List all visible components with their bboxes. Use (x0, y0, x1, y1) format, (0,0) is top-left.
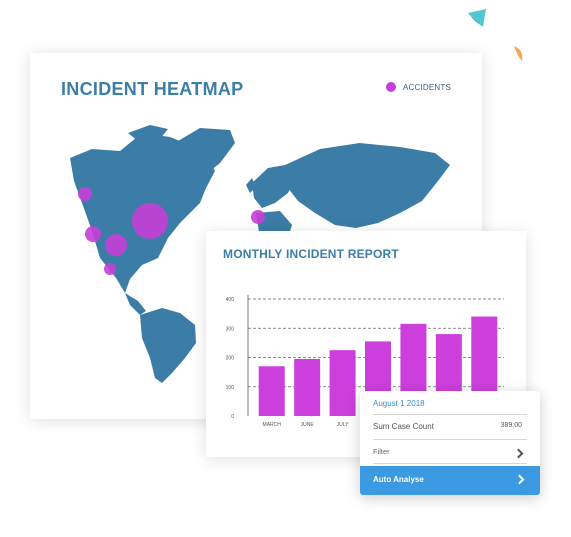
legend-label: ACCIDENTS (403, 82, 452, 92)
x-tick-label: JUNE (301, 422, 315, 428)
accident-marker (85, 226, 101, 242)
accident-marker (132, 203, 168, 239)
auto-analyse-button[interactable]: Auto Analyse (360, 466, 540, 495)
sum-case-count-value: 389.00 (500, 422, 522, 429)
heatmap-title: INCIDENT HEATMAP (61, 79, 244, 99)
y-tick-label: 300 (226, 326, 235, 332)
x-tick-label: MARCH (263, 422, 282, 428)
detail-popup: August 1 2018 Sum Case Count 389.00 Filt… (360, 391, 540, 495)
bar (258, 366, 285, 416)
divider (373, 463, 527, 464)
divider (373, 414, 527, 415)
x-tick-label: JULY (337, 422, 350, 428)
accident-marker (251, 210, 265, 224)
y-tick-label: 400 (226, 297, 235, 303)
divider (373, 439, 527, 440)
accident-marker (105, 234, 127, 256)
y-tick-label: 0 (231, 414, 234, 420)
bar (294, 358, 321, 416)
auto-analyse-label: Auto Analyse (373, 475, 424, 484)
filter-row[interactable]: Filter (360, 443, 540, 465)
sum-case-count-label: Sum Case Count (373, 422, 434, 431)
chevron-right-icon (514, 474, 525, 485)
decorative-teal-shape (468, 9, 486, 27)
y-tick-label: 100 (226, 385, 235, 391)
legend-dot-icon (386, 82, 396, 92)
popup-date: August 1 2018 (373, 399, 425, 408)
accident-marker (78, 187, 92, 201)
chevron-right-icon (513, 448, 524, 459)
legend: ACCIDENTS (386, 82, 451, 92)
filter-label: Filter (373, 447, 390, 456)
y-tick-label: 200 (226, 356, 235, 362)
decorative-orange-shape (514, 46, 523, 61)
accident-marker (104, 263, 116, 275)
bar (329, 350, 356, 416)
